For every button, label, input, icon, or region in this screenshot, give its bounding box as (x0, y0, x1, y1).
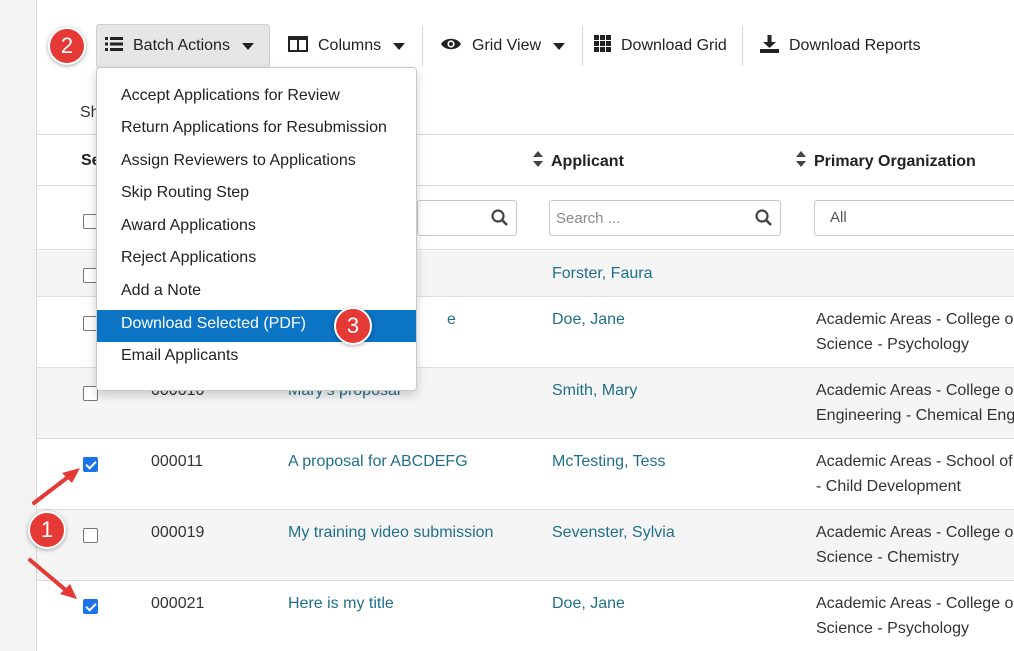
annotation-arrows (28, 468, 80, 599)
callout-1: 1 (28, 511, 66, 549)
callout-2: 2 (48, 27, 86, 65)
annotation-arrow (28, 558, 70, 594)
annotation-arrow (32, 472, 74, 505)
callout-3: 3 (334, 307, 372, 345)
